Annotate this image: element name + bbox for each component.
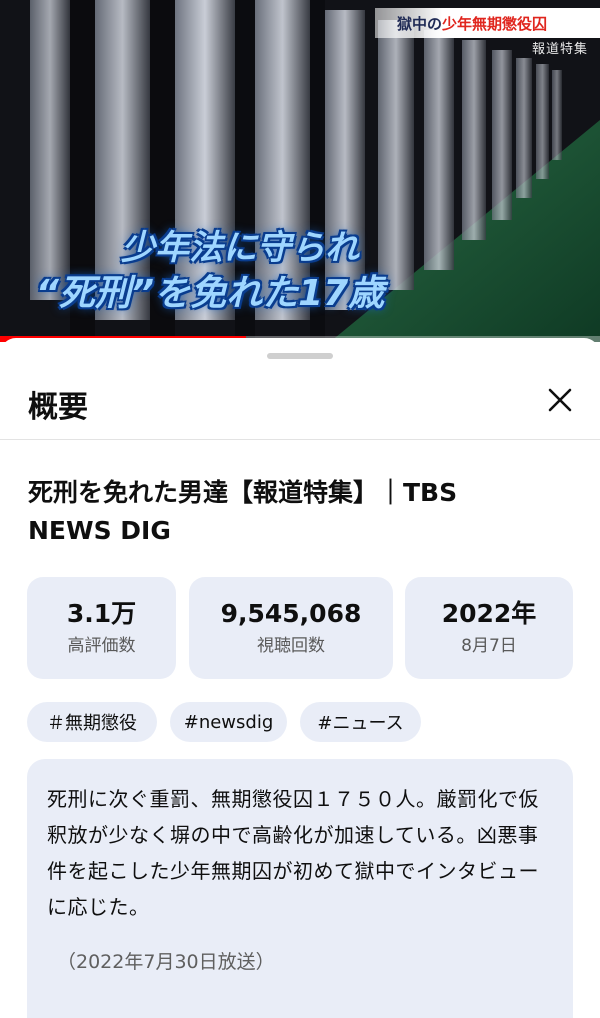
hashtag-chip[interactable]: #ニュース (300, 702, 421, 742)
hashtag-chip[interactable]: #newsdig (170, 702, 287, 742)
video-overlay-title: 少年法に守られ “死刑”を免れた17歳 (0, 226, 420, 318)
sheet-drag-handle[interactable] (267, 353, 333, 359)
views-value: 9,545,068 (220, 599, 362, 628)
video-player[interactable]: 獄中の 少年無期懲役囚 報道特集 少年法に守られ “死刑”を免れた17歳 (0, 0, 600, 342)
overlay-line-2: “死刑”を免れた17歳 (35, 273, 385, 314)
views-label: 視聴回数 (257, 636, 325, 656)
date-day: 8月7日 (461, 636, 517, 656)
sheet-title: 概要 (28, 390, 88, 425)
likes-label: 高評価数 (67, 636, 136, 656)
description-sheet: 概要 死刑を免れた男達【報道特集】｜TBS NEWS DIG 3.1万 高評価数… (0, 338, 600, 1018)
likes-value: 3.1万 (66, 599, 137, 628)
close-icon (548, 388, 572, 412)
broadcast-note: （2022年7月30日放送） (57, 951, 275, 973)
description-text: 死刑に次ぐ重罰、無期懲役囚１７５０人。厳罰化で仮釈放が少なく塀の中で高齢化が加速… (47, 787, 539, 919)
date-year: 2022年 (441, 599, 537, 628)
date-stat: 2022年 8月7日 (405, 577, 573, 679)
description-box: 死刑に次ぐ重罰、無期懲役囚１７５０人。厳罰化で仮釈放が少なく塀の中で高齢化が加速… (27, 759, 573, 1018)
caption-highlight: 少年無期懲役囚 (442, 14, 548, 33)
close-button[interactable] (540, 380, 580, 420)
news-caption-tag: 獄中の 少年無期懲役囚 (375, 8, 600, 38)
caption-prefix: 獄中の (397, 14, 443, 33)
overlay-line-1: 少年法に守られ (121, 228, 359, 268)
stats-row: 3.1万 高評価数 9,545,068 視聴回数 2022年 8月7日 (27, 577, 575, 679)
sheet-header: 概要 (0, 362, 600, 440)
hashtag-row: ＃無期懲役 #newsdig #ニュース (27, 702, 587, 742)
program-name-label: 報道特集 (531, 42, 588, 57)
video-title: 死刑を免れた男達【報道特集】｜TBS NEWS DIG (28, 478, 458, 545)
views-stat: 9,545,068 視聴回数 (189, 577, 393, 679)
hashtag-chip[interactable]: ＃無期懲役 (27, 702, 157, 742)
likes-stat: 3.1万 高評価数 (27, 577, 176, 679)
